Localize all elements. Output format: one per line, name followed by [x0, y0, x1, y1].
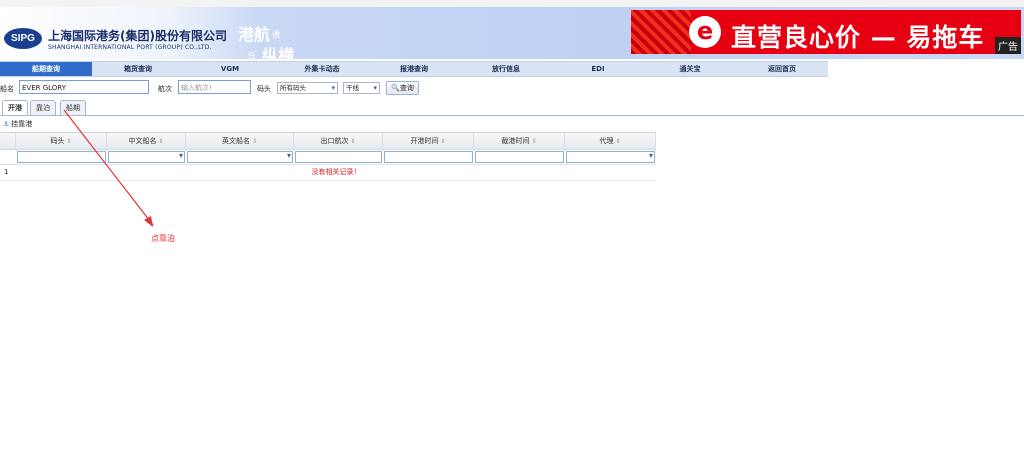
annotation-arrow	[63, 109, 154, 227]
annotation-arrow-line	[63, 109, 154, 226]
annotation-arrow-head	[144, 216, 153, 227]
annotation-text: 点靠泊	[151, 234, 175, 243]
